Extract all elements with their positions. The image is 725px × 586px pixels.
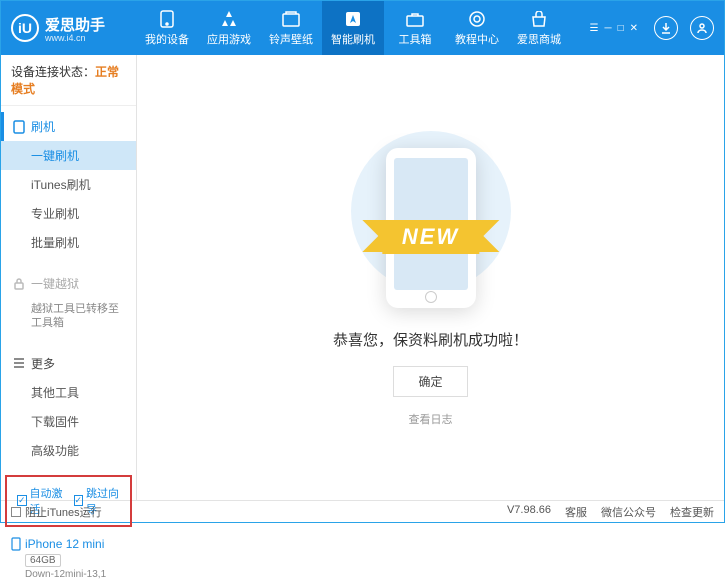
sidebar-item-firmware[interactable]: 下载固件 (1, 407, 136, 436)
store-icon (530, 10, 548, 28)
sidebar: 设备连接状态：正常模式 刷机 一键刷机 iTunes刷机 专业刷机 批量刷机 一… (1, 55, 137, 500)
success-illustration: NEW (331, 129, 531, 309)
device-info: iPhone 12 mini 64GB Down-12mini-13,1 (1, 531, 136, 586)
user-button[interactable] (690, 16, 714, 40)
success-message: 恭喜您，保资料刷机成功啦！ (333, 329, 528, 350)
menu-icon[interactable]: ☰ (590, 23, 599, 34)
new-badge: NEW (382, 220, 479, 254)
minimize-icon[interactable]: ─ (604, 23, 611, 34)
sidebar-item-advanced[interactable]: 高级功能 (1, 436, 136, 465)
logo-icon: iU (11, 14, 39, 42)
connection-status: 设备连接状态：正常模式 (1, 55, 136, 106)
update-link[interactable]: 检查更新 (670, 504, 714, 520)
apps-icon (220, 10, 238, 28)
window-controls: ☰ ─ □ ✕ (590, 23, 639, 34)
list-icon (13, 358, 25, 368)
maximize-icon[interactable]: □ (618, 23, 624, 34)
sidebar-flash-header[interactable]: 刷机 (1, 112, 136, 141)
phone-icon (158, 10, 176, 28)
nav-tabs: 我的设备 应用游戏 铃声壁纸 智能刷机 工具箱 教程中心 爱思商城 (136, 1, 590, 55)
nav-toolbox[interactable]: 工具箱 (384, 1, 446, 55)
phone-icon (11, 537, 21, 551)
nav-my-device[interactable]: 我的设备 (136, 1, 198, 55)
nav-apps[interactable]: 应用游戏 (198, 1, 260, 55)
header-right: ☰ ─ □ ✕ (590, 16, 715, 40)
service-link[interactable]: 客服 (565, 504, 587, 520)
device-name[interactable]: iPhone 12 mini (11, 537, 126, 551)
close-icon[interactable]: ✕ (630, 23, 638, 34)
device-storage: 64GB (25, 554, 61, 567)
app-url: www.i4.cn (45, 33, 105, 43)
sidebar-item-batch[interactable]: 批量刷机 (1, 228, 136, 257)
app-name: 爱思助手 (45, 14, 105, 35)
wallpaper-icon (282, 10, 300, 28)
logo-area: iU 爱思助手 www.i4.cn (11, 14, 136, 43)
tutorial-icon (468, 10, 486, 28)
phone-icon (13, 120, 25, 134)
block-itunes-checkbox[interactable]: 阻止iTunes运行 (11, 504, 102, 520)
device-model: Down-12mini-13,1 (25, 569, 126, 580)
nav-store[interactable]: 爱思商城 (508, 1, 570, 55)
sidebar-item-oneclick[interactable]: 一键刷机 (1, 141, 136, 170)
sidebar-item-other[interactable]: 其他工具 (1, 378, 136, 407)
sidebar-item-pro[interactable]: 专业刷机 (1, 199, 136, 228)
version-label: V7.98.66 (507, 504, 551, 520)
view-log-link[interactable]: 查看日志 (409, 411, 453, 427)
flash-icon (344, 10, 362, 28)
jailbreak-note: 越狱工具已转移至工具箱 (1, 298, 136, 337)
sidebar-more-header[interactable]: 更多 (1, 349, 136, 378)
wechat-link[interactable]: 微信公众号 (601, 504, 656, 520)
main-content: NEW 恭喜您，保资料刷机成功啦！ 确定 查看日志 (137, 55, 724, 500)
toolbox-icon (406, 10, 424, 28)
checkbox-icon (11, 507, 21, 517)
sidebar-jailbreak-header: 一键越狱 (1, 269, 136, 298)
nav-ringtones[interactable]: 铃声壁纸 (260, 1, 322, 55)
lock-icon (13, 278, 25, 290)
ok-button[interactable]: 确定 (393, 366, 467, 397)
nav-flash[interactable]: 智能刷机 (322, 1, 384, 55)
sidebar-item-itunes[interactable]: iTunes刷机 (1, 170, 136, 199)
nav-tutorials[interactable]: 教程中心 (446, 1, 508, 55)
download-button[interactable] (654, 16, 678, 40)
header: iU 爱思助手 www.i4.cn 我的设备 应用游戏 铃声壁纸 智能刷机 工具… (1, 1, 724, 55)
